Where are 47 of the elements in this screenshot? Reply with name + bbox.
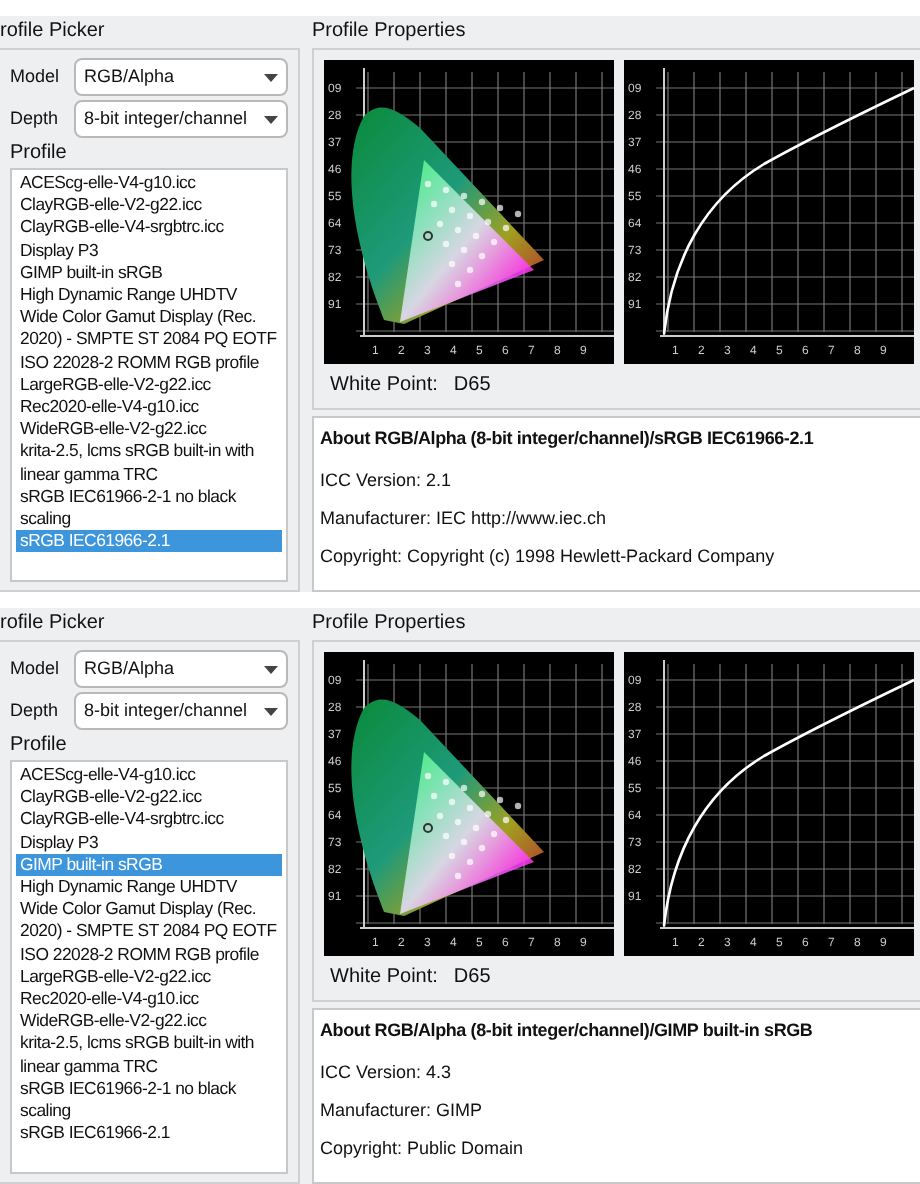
section-title: rofile Picker	[0, 18, 107, 46]
model-dropdown[interactable]: RGB/Alpha	[74, 650, 288, 688]
illuminant-label: White Point:	[330, 963, 438, 991]
depth-dropdown[interactable]: 8-bit integer/channel	[74, 692, 288, 730]
section-title: Profile Properties	[312, 18, 468, 46]
list-item[interactable]: Display P3	[16, 239, 282, 262]
list-item[interactable]: sRGB IEC61966-2.1	[16, 1122, 282, 1145]
list-item[interactable]: ClayRGB-elle-V4-srgbtrc.icc	[16, 216, 282, 240]
list-item[interactable]: ClayRGB-elle-V2-g22.icc	[16, 786, 282, 809]
field-label: Profile	[10, 732, 69, 760]
illuminant-value: D65	[453, 371, 491, 399]
about-text: Copyright: Public Domain	[320, 1138, 526, 1160]
field-label: Model	[10, 63, 62, 90]
illuminant-value: D65	[453, 963, 491, 991]
list-item[interactable]: Rec2020-elle-V4-g10.icc	[16, 988, 282, 1011]
about-text: ICC Version: 2.1	[320, 470, 454, 492]
list-item[interactable]: Display P3	[16, 831, 282, 854]
list-item[interactable]: Rec2020-elle-V4-g10.icc	[16, 396, 282, 419]
about-title: About RGB/Alpha (8-bit integer/channel)/GIMP built-in sRGB	[320, 1018, 815, 1044]
list-item[interactable]: ClayRGB-elle-V2-g22.icc	[16, 194, 282, 217]
list-item[interactable]: ISO 22028-2 ROMM RGB profile	[16, 351, 282, 374]
section-title: rofile Picker	[0, 610, 107, 638]
list-item[interactable]: GIMP built-in sRGB	[16, 261, 282, 285]
about-text: Manufacturer: IEC http://www.iec.ch	[320, 508, 609, 530]
field-label: Model	[10, 655, 62, 682]
section-title: Profile Properties	[312, 610, 468, 638]
list-item[interactable]: ClayRGB-elle-V4-srgbtrc.icc	[16, 808, 282, 832]
list-item[interactable]: ACEScg-elle-V4-g10.icc	[16, 172, 282, 195]
list-item[interactable]: High Dynamic Range UHDTV Wide Color Gamut Display (Rec. 2020) - SMPTE ST 2084 PQ EOTF	[16, 876, 282, 944]
field-label: Depth	[10, 697, 61, 724]
illuminant-label: White Point:	[330, 371, 438, 399]
about-title: About RGB/Alpha (8-bit integer/channel)/sRGB IEC61966-2.1	[320, 426, 816, 452]
depth-dropdown[interactable]: 8-bit integer/channel	[74, 100, 288, 138]
list-item[interactable]: WideRGB-elle-V2-g22.icc	[16, 1010, 282, 1033]
model-dropdown[interactable]: RGB/Alpha	[74, 58, 288, 96]
list-item[interactable]: High Dynamic Range UHDTV Wide Color Gamut Display (Rec. 2020) - SMPTE ST 2084 PQ EOTF	[16, 284, 282, 352]
about-text: Manufacturer: GIMP	[320, 1100, 485, 1122]
list-item[interactable]: WideRGB-elle-V2-g22.icc	[16, 418, 282, 441]
list-item[interactable]: LargeRGB-elle-V2-g22.icc	[16, 373, 282, 397]
list-item[interactable]: ACEScg-elle-V4-g10.icc	[16, 764, 282, 787]
about-text: Copyright: Copyright (c) 1998 Hewlett-Packard Company	[320, 546, 777, 568]
about-text: ICC Version: 4.3	[320, 1062, 454, 1084]
list-item[interactable]: sRGB IEC61966-2-1 no black scaling	[16, 485, 282, 531]
field-label: Profile	[10, 140, 69, 168]
field-label: Depth	[10, 105, 61, 132]
list-item[interactable]: ISO 22028-2 ROMM RGB profile	[16, 943, 282, 966]
list-item[interactable]: LargeRGB-elle-V2-g22.icc	[16, 965, 282, 989]
